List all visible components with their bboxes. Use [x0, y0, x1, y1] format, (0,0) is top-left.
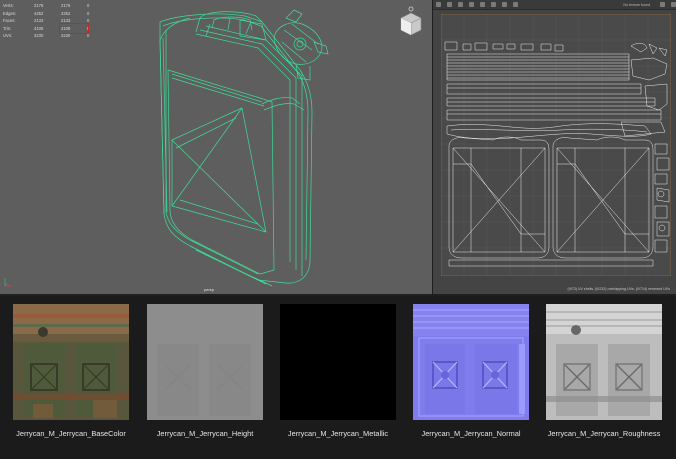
jerrycan-wireframe-model	[159, 9, 329, 287]
hud-value: 2176	[61, 3, 71, 8]
texture-thumbnail-basecolor	[13, 304, 129, 420]
hud-value: 2176	[34, 3, 44, 8]
hud-row: Tris: 4108 4108 0	[3, 22, 95, 35]
hud-label: Faces:	[3, 18, 16, 24]
hud-label: Tris:	[3, 25, 11, 31]
hud-value: 4252	[34, 10, 44, 16]
texture-normal[interactable]: Jerrycan_M_Jerrycan_Normal	[413, 304, 529, 438]
uv-tool-icon[interactable]	[447, 2, 452, 7]
hud-value: 4108	[34, 25, 44, 31]
hud-value: 0	[87, 3, 90, 8]
uv-status-bar: (9/73) UV shells, (0/232) overlapping UV…	[567, 287, 670, 291]
uv-tool-icon[interactable]	[469, 2, 474, 7]
texture-basecolor[interactable]: Jerrycan_M_Jerrycan_BaseColor	[13, 304, 129, 438]
texture-roughness[interactable]: Jerrycan_M_Jerrycan_Roughness	[546, 304, 662, 438]
poly-count-hud: Verts: 2176 2176 0 Edges: 4252 4252 0 Faces: 2133…	[3, 2, 95, 40]
3d-viewport[interactable]: Verts: 2176 2176 0 Edges: 4252 4252 0 Faces: 2133…	[0, 0, 432, 294]
uv-tool-icon[interactable]	[458, 2, 463, 7]
hud-value: 0	[87, 33, 90, 39]
texture-thumbnail-metallic	[280, 304, 396, 420]
hud-value: 0	[87, 25, 90, 31]
hud-value: 4252	[61, 10, 71, 16]
texture-thumbnail-roughness	[546, 304, 662, 420]
hud-value-highlighted: 4108	[59, 22, 89, 35]
texture-maps-strip: Jerrycan_M_Jerrycan_BaseColor Jerrycan_M…	[0, 296, 676, 459]
uv-tool-icon[interactable]	[502, 2, 507, 7]
hud-value: 3230	[61, 33, 71, 39]
uv-editor-panel[interactable]: No texture found (9/73) UV shells, (0/23…	[433, 0, 676, 294]
camera-label: persp	[204, 287, 215, 292]
uv-tool-icon[interactable]	[436, 2, 441, 7]
hud-row: Faces: 2133 2133 0	[3, 17, 95, 25]
hud-row: Edges: 4252 4252 0	[3, 10, 95, 18]
texture-thumbnail-normal	[413, 304, 529, 420]
hud-row: UVs: 3230 3230 0	[3, 32, 95, 40]
uv-toolbar: No texture found	[433, 0, 676, 10]
hud-value: 0	[87, 10, 90, 16]
texture-height[interactable]: Jerrycan_M_Jerrycan_Height	[147, 304, 263, 438]
texture-metallic[interactable]: Jerrycan_M_Jerrycan_Metallic	[280, 304, 396, 438]
uv-tool-icon[interactable]	[491, 2, 496, 7]
hud-label: Edges:	[3, 10, 17, 16]
hud-value: 2133	[61, 18, 71, 24]
texture-label: Jerrycan_M_Jerrycan_Roughness	[547, 429, 661, 438]
hud-label: Verts:	[3, 3, 14, 8]
viewcube-icon[interactable]	[398, 6, 424, 36]
hud-value: 2133	[34, 18, 44, 24]
hud-value: 3230	[34, 33, 44, 39]
hud-row: Verts: 2176 2176 0	[3, 2, 95, 10]
uv-texture-status: No texture found	[623, 2, 650, 7]
uv-tool-icon[interactable]	[513, 2, 518, 7]
axis-gizmo-icon	[4, 278, 11, 287]
hud-label: UVs:	[3, 33, 13, 39]
uv-tool-icon[interactable]	[671, 2, 676, 7]
uv-layout	[441, 14, 671, 276]
texture-thumbnail-height	[147, 304, 263, 420]
uv-tool-icon[interactable]	[480, 2, 485, 7]
hud-value: 0	[87, 18, 90, 24]
uv-tool-icon[interactable]	[660, 2, 665, 7]
app-root: Verts: 2176 2176 0 Edges: 4252 4252 0 Faces: 2133…	[0, 0, 676, 459]
